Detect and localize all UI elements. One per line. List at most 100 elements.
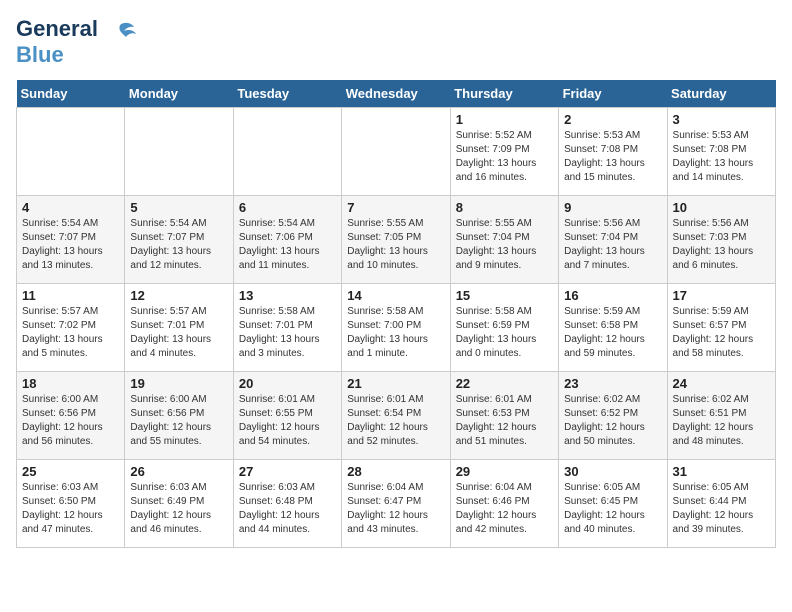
logo-text: General Blue <box>16 16 98 68</box>
day-info: Sunrise: 5:58 AM Sunset: 6:59 PM Dayligh… <box>456 305 553 361</box>
day-number: 30 <box>564 464 661 479</box>
day-info: Sunrise: 5:59 AM Sunset: 6:57 PM Dayligh… <box>673 305 770 361</box>
day-number: 14 <box>347 288 444 303</box>
day-info: Sunrise: 6:03 AM Sunset: 6:48 PM Dayligh… <box>239 481 336 537</box>
calendar-day-cell: 28Sunrise: 6:04 AM Sunset: 6:47 PM Dayli… <box>342 460 450 548</box>
calendar-day-cell: 9 Sunrise: 5:56 AM Sunset: 7:04 PM Daylig… <box>559 196 667 284</box>
day-info: Sunrise: 6:04 AM Sunset: 6:47 PM Dayligh… <box>347 481 444 537</box>
day-of-week-header: Monday <box>125 80 233 108</box>
day-number: 13 <box>239 288 336 303</box>
day-number: 15 <box>456 288 553 303</box>
calendar-day-cell: 17 Sunrise: 5:59 AM Sunset: 6:57 PM Dayli… <box>667 284 775 372</box>
day-of-week-header: Sunday <box>17 80 125 108</box>
calendar-day-cell: 27 Sunrise: 6:03 AM Sunset: 6:48 PM Dayli… <box>233 460 341 548</box>
calendar-day-cell: 26 Sunrise: 6:03 AM Sunset: 6:49 PM Dayli… <box>125 460 233 548</box>
calendar-day-cell: 29 Sunrise: 6:04 AM Sunset: 6:46 PM Dayli… <box>450 460 558 548</box>
day-number: 5 <box>130 200 227 215</box>
day-number: 18 <box>22 376 119 391</box>
day-of-week-header: Tuesday <box>233 80 341 108</box>
calendar-day-cell: 16Sunrise: 5:59 AM Sunset: 6:58 PM Dayli… <box>559 284 667 372</box>
day-info: Sunrise: 6:04 AM Sunset: 6:46 PM Dayligh… <box>456 481 553 537</box>
day-info: Sunrise: 5:58 AM Sunset: 7:01 PM Dayligh… <box>239 305 336 361</box>
calendar-week-row: 18 Sunrise: 6:00 AM Sunset: 6:56 PM Dayli… <box>17 372 776 460</box>
day-number: 26 <box>130 464 227 479</box>
day-number: 22 <box>456 376 553 391</box>
day-number: 11 <box>22 288 119 303</box>
calendar-day-cell: 12 Sunrise: 5:57 AM Sunset: 7:01 PM Dayli… <box>125 284 233 372</box>
day-number: 12 <box>130 288 227 303</box>
day-of-week-header: Friday <box>559 80 667 108</box>
day-number: 7 <box>347 200 444 215</box>
day-info: Sunrise: 6:03 AM Sunset: 6:50 PM Dayligh… <box>22 481 119 537</box>
calendar-day-cell: 7Sunrise: 5:55 AM Sunset: 7:05 PM Daylig… <box>342 196 450 284</box>
day-number: 3 <box>673 112 770 127</box>
calendar-day-cell: 23 Sunrise: 6:02 AM Sunset: 6:52 PM Dayli… <box>559 372 667 460</box>
day-info: Sunrise: 6:05 AM Sunset: 6:45 PM Dayligh… <box>564 481 661 537</box>
day-info: Sunrise: 5:57 AM Sunset: 7:02 PM Dayligh… <box>22 305 119 361</box>
day-number: 8 <box>456 200 553 215</box>
calendar-day-cell: 4Sunrise: 5:54 AM Sunset: 7:07 PM Daylig… <box>17 196 125 284</box>
calendar-day-cell: 22 Sunrise: 6:01 AM Sunset: 6:53 PM Dayli… <box>450 372 558 460</box>
day-number: 31 <box>673 464 770 479</box>
calendar-day-cell: 5 Sunrise: 5:54 AM Sunset: 7:07 PM Daylig… <box>125 196 233 284</box>
calendar-week-row: 11 Sunrise: 5:57 AM Sunset: 7:02 PM Dayli… <box>17 284 776 372</box>
day-number: 19 <box>130 376 227 391</box>
day-number: 17 <box>673 288 770 303</box>
day-number: 24 <box>673 376 770 391</box>
calendar-day-cell <box>233 108 341 196</box>
day-number: 4 <box>22 200 119 215</box>
calendar-day-cell <box>125 108 233 196</box>
calendar-day-cell: 2 Sunrise: 5:53 AM Sunset: 7:08 PM Daylig… <box>559 108 667 196</box>
day-info: Sunrise: 6:01 AM Sunset: 6:53 PM Dayligh… <box>456 393 553 449</box>
day-number: 20 <box>239 376 336 391</box>
calendar-day-cell: 30 Sunrise: 6:05 AM Sunset: 6:45 PM Dayli… <box>559 460 667 548</box>
calendar-day-cell: 18 Sunrise: 6:00 AM Sunset: 6:56 PM Dayli… <box>17 372 125 460</box>
day-info: Sunrise: 6:01 AM Sunset: 6:54 PM Dayligh… <box>347 393 444 449</box>
day-info: Sunrise: 6:02 AM Sunset: 6:51 PM Dayligh… <box>673 393 770 449</box>
day-info: Sunrise: 6:01 AM Sunset: 6:55 PM Dayligh… <box>239 393 336 449</box>
day-number: 29 <box>456 464 553 479</box>
page-header: General Blue <box>16 16 776 68</box>
day-number: 27 <box>239 464 336 479</box>
day-info: Sunrise: 6:02 AM Sunset: 6:52 PM Dayligh… <box>564 393 661 449</box>
day-number: 21 <box>347 376 444 391</box>
calendar-day-cell: 15 Sunrise: 5:58 AM Sunset: 6:59 PM Dayli… <box>450 284 558 372</box>
logo-bird-icon <box>102 17 138 58</box>
calendar-table: SundayMondayTuesdayWednesdayThursdayFrid… <box>16 80 776 548</box>
day-info: Sunrise: 5:57 AM Sunset: 7:01 PM Dayligh… <box>130 305 227 361</box>
day-info: Sunrise: 6:03 AM Sunset: 6:49 PM Dayligh… <box>130 481 227 537</box>
calendar-header-row: SundayMondayTuesdayWednesdayThursdayFrid… <box>17 80 776 108</box>
day-info: Sunrise: 5:52 AM Sunset: 7:09 PM Dayligh… <box>456 129 553 185</box>
day-info: Sunrise: 5:58 AM Sunset: 7:00 PM Dayligh… <box>347 305 444 361</box>
calendar-day-cell: 19 Sunrise: 6:00 AM Sunset: 6:56 PM Dayli… <box>125 372 233 460</box>
calendar-day-cell: 31Sunrise: 6:05 AM Sunset: 6:44 PM Dayli… <box>667 460 775 548</box>
day-info: Sunrise: 5:54 AM Sunset: 7:07 PM Dayligh… <box>130 217 227 273</box>
day-number: 16 <box>564 288 661 303</box>
day-number: 10 <box>673 200 770 215</box>
day-of-week-header: Wednesday <box>342 80 450 108</box>
day-of-week-header: Thursday <box>450 80 558 108</box>
calendar-day-cell: 1 Sunrise: 5:52 AM Sunset: 7:09 PM Daylig… <box>450 108 558 196</box>
calendar-day-cell: 14 Sunrise: 5:58 AM Sunset: 7:00 PM Dayli… <box>342 284 450 372</box>
calendar-week-row: 1 Sunrise: 5:52 AM Sunset: 7:09 PM Daylig… <box>17 108 776 196</box>
day-number: 6 <box>239 200 336 215</box>
calendar-day-cell: 11 Sunrise: 5:57 AM Sunset: 7:02 PM Dayli… <box>17 284 125 372</box>
day-info: Sunrise: 6:00 AM Sunset: 6:56 PM Dayligh… <box>130 393 227 449</box>
calendar-week-row: 4 Sunrise: 5:54 AM Sunset: 7:07 PM Daylig… <box>17 196 776 284</box>
day-number: 1 <box>456 112 553 127</box>
calendar-day-cell <box>342 108 450 196</box>
day-number: 23 <box>564 376 661 391</box>
calendar-day-cell: 25Sunrise: 6:03 AM Sunset: 6:50 PM Dayli… <box>17 460 125 548</box>
calendar-week-row: 25Sunrise: 6:03 AM Sunset: 6:50 PM Dayli… <box>17 460 776 548</box>
calendar-day-cell: 20 Sunrise: 6:01 AM Sunset: 6:55 PM Dayli… <box>233 372 341 460</box>
day-info: Sunrise: 5:53 AM Sunset: 7:08 PM Dayligh… <box>673 129 770 185</box>
day-number: 2 <box>564 112 661 127</box>
calendar-day-cell: 13 Sunrise: 5:58 AM Sunset: 7:01 PM Dayli… <box>233 284 341 372</box>
day-info: Sunrise: 6:00 AM Sunset: 6:56 PM Dayligh… <box>22 393 119 449</box>
calendar-day-cell <box>17 108 125 196</box>
day-number: 9 <box>564 200 661 215</box>
day-info: Sunrise: 5:53 AM Sunset: 7:08 PM Dayligh… <box>564 129 661 185</box>
calendar-day-cell: 3 Sunrise: 5:53 AM Sunset: 7:08 PM Daylig… <box>667 108 775 196</box>
calendar-day-cell: 6Sunrise: 5:54 AM Sunset: 7:06 PM Daylig… <box>233 196 341 284</box>
day-info: Sunrise: 5:56 AM Sunset: 7:04 PM Dayligh… <box>564 217 661 273</box>
